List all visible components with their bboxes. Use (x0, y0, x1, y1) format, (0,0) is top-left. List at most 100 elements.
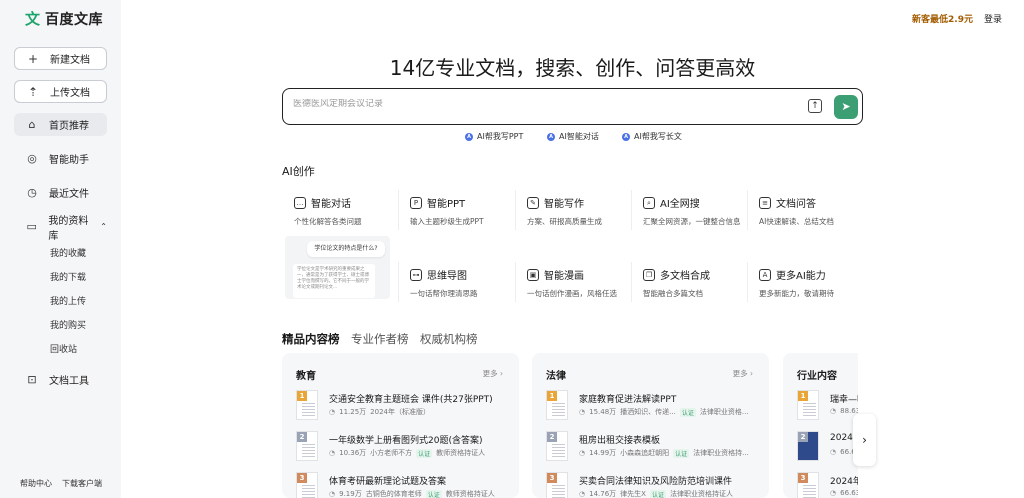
sidebar-item-tools[interactable]: ⊡ 文档工具 (14, 368, 107, 391)
upload-doc-button[interactable]: ⇡ 上传文档 (14, 80, 107, 103)
login-link[interactable]: 登录 (984, 12, 1002, 25)
doc-meta: ◔ 9.19万 古铜色的体育老师 认证 教师资格持证人 (329, 489, 495, 498)
rank-badge: 2 (297, 432, 307, 442)
sidebar-item-label: 智能助手 (49, 155, 89, 166)
help-center-link[interactable]: 帮助中心 (20, 478, 52, 489)
sidebar-sub-favorites[interactable]: 我的收藏 (50, 246, 86, 259)
promo-link[interactable]: 新客最低2.9元 (912, 12, 973, 25)
list-item[interactable]: 2 一年级数学上册看图列式20题(含答案) ◔ 10.36万 小方老师不方 认证 教师资… (296, 431, 511, 463)
eye-icon: ◔ (329, 449, 336, 457)
more-link[interactable]: 更多 › (733, 368, 753, 379)
more-link[interactable]: 更多 › (483, 368, 503, 379)
panel-industry: 行业内容 1 瑞幸—咖啡 ◔88.63 2 2024— ◔66.63 3 202… (783, 353, 858, 498)
list-item[interactable]: 1 家庭教育促进法解读PPT ◔ 15.48万 播洒知识、传递... 认证 法律职业资格… (546, 390, 761, 422)
list-item[interactable]: 2 租房出租交接表模板 ◔ 14.99万 小森森追赶朝阳 认证 法律职业资格持... (546, 431, 761, 463)
sidebar-item-label: 最近文件 (49, 189, 89, 200)
verified-badge: 认证 (673, 448, 690, 458)
quick-ai-ppt[interactable]: A AI帮我写PPT (465, 131, 523, 142)
list-item[interactable]: 3 买卖合同法律知识及风险防范培训课件 ◔ 14.76万 律先生X 认证 法律职业资格持… (546, 472, 761, 498)
doc-title: 2024年 (830, 477, 858, 487)
preview-bubble: 学位论文的特点是什么? (307, 241, 385, 257)
list-item[interactable]: 2 2024— ◔66.63 (797, 431, 858, 463)
preview-doc: 学位论文是学术研究的重要成果之一，通常是为了获得学士、硕士或博士学位而撰写的。它… (293, 264, 375, 298)
toolbox-icon: ⊡ (27, 373, 37, 386)
upload-file-icon[interactable]: ↑ (808, 99, 822, 113)
list-item[interactable]: 3 2024年 ◔ 66.63 (797, 472, 858, 498)
new-doc-button[interactable]: + 新建文档 (14, 47, 107, 70)
sidebar-item-recent[interactable]: ◷ 最近文件 (14, 181, 107, 204)
quick-label: AI帮我写PPT (477, 132, 524, 141)
search-box: ↑ ➤ (282, 88, 863, 125)
ai-card-title: 多文档合成 (660, 271, 710, 282)
clock-icon: ◷ (27, 186, 37, 199)
eye-icon: ◔ (830, 407, 837, 415)
doc-thumbnail: 3 (296, 472, 318, 498)
doc-thumbnail: 1 (296, 390, 318, 420)
rank-badge: 1 (297, 391, 307, 401)
sidebar-sub-uploads[interactable]: 我的上传 (50, 294, 86, 307)
upload-doc-label: 上传文档 (50, 88, 90, 99)
doc-title: 租房出租交接表模板 (579, 436, 661, 446)
chevron-up-icon: ⌃ (100, 222, 107, 231)
eye-icon: ◔ (579, 408, 586, 416)
sidebar-item-library[interactable]: ▭ 我的资料库 ⌃ (14, 215, 108, 242)
ai-card-more[interactable]: A 更多AI能力 更多新能力，敬请期待 (747, 261, 862, 321)
send-button[interactable]: ➤ (834, 95, 858, 119)
mindmap-icon: ⊶ (410, 268, 422, 281)
doc-title: 买卖合同法律知识及风险防范培训课件 (579, 477, 733, 487)
next-arrow-button[interactable]: › (853, 414, 876, 466)
sidebar-item-home[interactable]: ⌂ 首页推荐 (14, 113, 107, 136)
logo-mark: 文 (25, 10, 41, 28)
rank-badge: 2 (798, 432, 808, 442)
ai-card-mindmap[interactable]: ⊶ 思维导图 一句话帮你理清思路 (398, 261, 513, 321)
rank-badge: 3 (547, 473, 557, 483)
doc-thumbnail: 3 (546, 472, 568, 498)
doc-title: 体育考研最新理论试题及答案 (329, 477, 447, 487)
quick-label: AI帮我写长文 (634, 132, 682, 141)
assistant-icon: ◎ (27, 152, 37, 165)
ai-card-title: 智能对话 (311, 199, 351, 210)
sidebar-item-assistant[interactable]: ◎ 智能助手 (14, 147, 107, 170)
tab-premium[interactable]: 精品内容榜 (282, 331, 340, 347)
download-client-link[interactable]: 下载客户端 (62, 478, 102, 489)
doc-thumbnail: 1 (546, 390, 568, 420)
ai-card-merge[interactable]: ❐ 多文档合成 智能融合多篇文档 (631, 261, 746, 321)
ai-card-ppt[interactable]: P 智能PPT 输入主题秒级生成PPT (398, 189, 513, 249)
sidebar-sub-purchases[interactable]: 我的购买 (50, 318, 86, 331)
panel-education: 教育 更多 › 1 交通安全教育主题班会 课件(共27张PPT) ◔ 11.25万… (282, 353, 519, 498)
quick-ai-chat[interactable]: A AI智能对话 (547, 131, 599, 142)
verified-badge: 认证 (425, 489, 442, 498)
ai-card-websearch[interactable]: ⌕ AI全网搜 汇聚全网资源，一键整合信息 (631, 189, 746, 249)
ai-card-writing[interactable]: ✎ 智能写作 方案、研报高质量生成 (515, 189, 630, 249)
ai-card-docqa[interactable]: ≡ 文档问答 AI快速解读、总结文档 (747, 189, 862, 249)
panel-title: 行业内容 (797, 371, 837, 382)
merge-icon: ❐ (643, 268, 655, 281)
logo[interactable]: 文 百度文库 (25, 9, 103, 29)
ai-card-comic[interactable]: ▣ 智能漫画 一句话创作漫画，风格任选 (515, 261, 630, 321)
tab-institutions[interactable]: 权威机构榜 (420, 331, 478, 347)
quick-ai-longtext[interactable]: A AI帮我写长文 (622, 131, 682, 142)
sidebar: 文 百度文库 + 新建文档 ⇡ 上传文档 ⌂ 首页推荐 ◎ 智能助手 ◷ 最近文… (0, 0, 121, 498)
ai-card-title: 思维导图 (427, 271, 467, 282)
list-item[interactable]: 1 瑞幸—咖啡 ◔88.63 (797, 390, 858, 422)
search-icon: ⌕ (643, 196, 655, 209)
doc-meta: ◔ 14.76万 律先生X 认证 法律职业资格持证人 (579, 489, 733, 498)
doc-title: 瑞幸—咖啡 (830, 395, 858, 405)
list-item[interactable]: 1 交通安全教育主题班会 课件(共27张PPT) ◔ 11.25万 2024年（标准… (296, 390, 511, 422)
quick-label: AI智能对话 (559, 132, 599, 141)
doc-thumbnail: 3 (797, 472, 819, 498)
ai-card-desc: 更多新能力，敬请期待 (759, 289, 834, 298)
ai-icon: A (547, 132, 555, 141)
tab-authors[interactable]: 专业作者榜 (351, 331, 409, 347)
list-item[interactable]: 3 体育考研最新理论试题及答案 ◔ 9.19万 古铜色的体育老师 认证 教师资格持证人 (296, 472, 511, 498)
panel-title: 教育 (296, 371, 316, 382)
search-input[interactable] (293, 99, 773, 109)
ai-icon: A (465, 132, 473, 141)
sidebar-sub-trash[interactable]: 回收站 (50, 342, 77, 355)
doc-meta: ◔ 14.99万 小森森追赶朝阳 认证 法律职业资格持... (579, 448, 749, 458)
ppt-icon: P (410, 196, 422, 209)
ai-card-desc: 智能融合多篇文档 (643, 289, 703, 298)
sidebar-sub-downloads[interactable]: 我的下载 (50, 270, 86, 283)
more-ai-icon: A (759, 268, 771, 281)
eye-icon: ◔ (579, 490, 586, 498)
